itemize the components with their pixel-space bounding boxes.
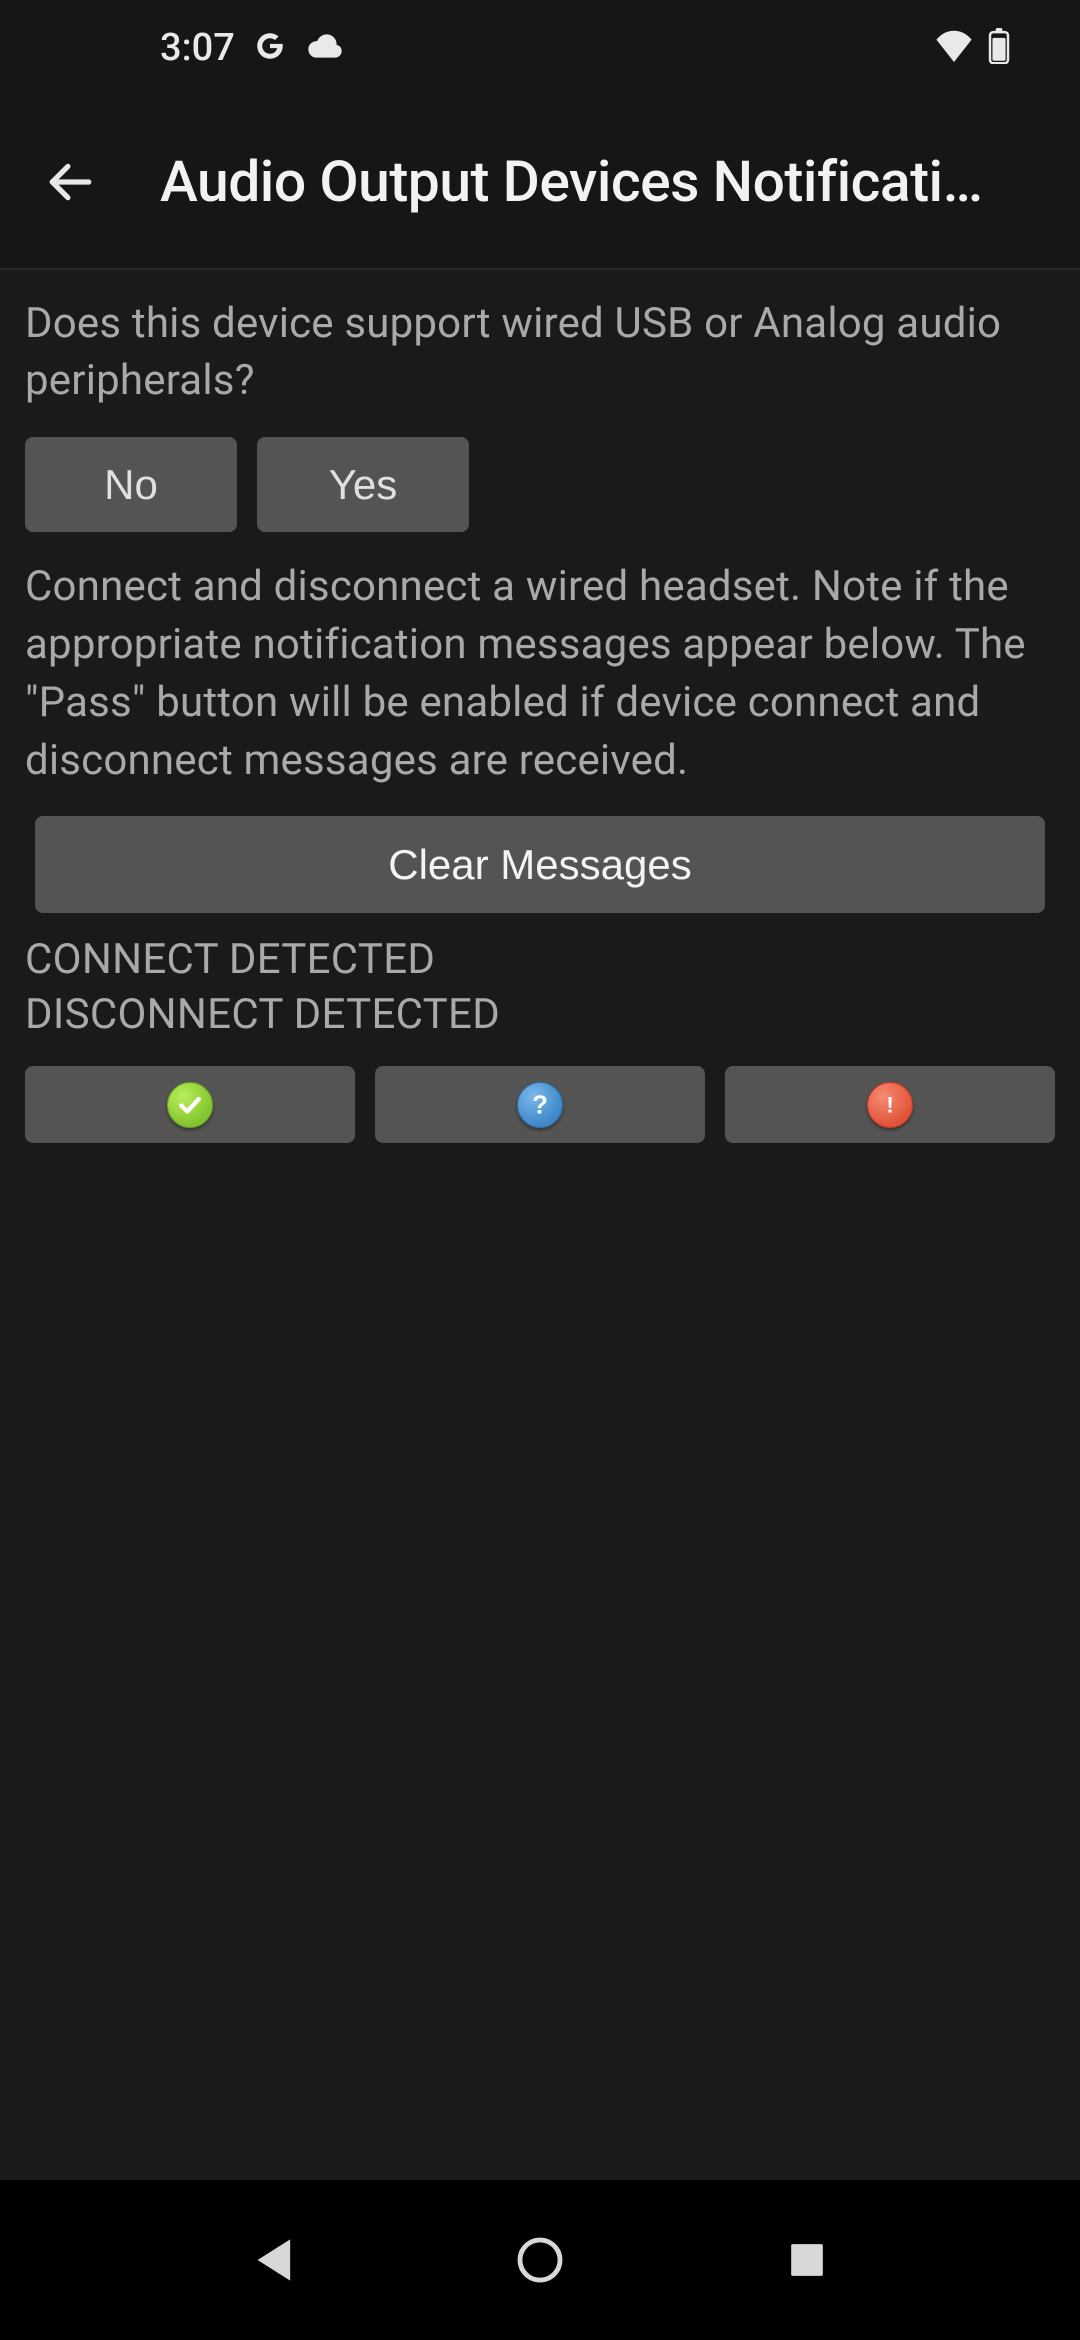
nav-recent-button[interactable] bbox=[777, 2230, 837, 2290]
square-recent-icon bbox=[788, 2241, 826, 2279]
log-area: CONNECT DETECTED DISCONNECT DETECTED bbox=[25, 933, 1055, 1042]
navigation-bar bbox=[0, 2180, 1080, 2340]
triangle-back-icon bbox=[252, 2236, 294, 2284]
status-left: 3:07 bbox=[160, 26, 345, 70]
back-button[interactable] bbox=[35, 147, 105, 217]
arrow-back-icon bbox=[45, 157, 95, 207]
google-g-icon bbox=[253, 29, 287, 67]
exclaim-circle-icon: ! bbox=[867, 1082, 913, 1128]
log-line: DISCONNECT DETECTED bbox=[25, 988, 1055, 1043]
fail-button[interactable]: ! bbox=[725, 1066, 1055, 1143]
svg-text:!: ! bbox=[886, 1092, 893, 1117]
question-circle-icon: ? bbox=[517, 1082, 563, 1128]
result-button-row: ? ! bbox=[25, 1066, 1055, 1143]
pass-button[interactable] bbox=[25, 1066, 355, 1143]
question-text: Does this device support wired USB or An… bbox=[25, 295, 1055, 409]
clear-messages-button[interactable]: Clear Messages bbox=[35, 816, 1045, 913]
page-title: Audio Output Devices Notificati… bbox=[160, 148, 1045, 215]
battery-icon bbox=[988, 28, 1010, 68]
wifi-icon bbox=[934, 30, 974, 66]
yes-button[interactable]: Yes bbox=[257, 437, 469, 532]
cloud-icon bbox=[305, 32, 345, 64]
app-bar: Audio Output Devices Notificati… bbox=[0, 95, 1080, 270]
nav-home-button[interactable] bbox=[510, 2230, 570, 2290]
log-line: CONNECT DETECTED bbox=[25, 933, 1055, 988]
status-time: 3:07 bbox=[160, 26, 235, 70]
nav-back-button[interactable] bbox=[243, 2230, 303, 2290]
yes-no-row: No Yes bbox=[25, 437, 1055, 532]
svg-text:?: ? bbox=[532, 1091, 548, 1119]
status-right bbox=[934, 28, 1010, 68]
check-circle-icon bbox=[167, 1082, 213, 1128]
info-button[interactable]: ? bbox=[375, 1066, 705, 1143]
circle-home-icon bbox=[516, 2236, 564, 2284]
status-bar: 3:07 bbox=[0, 0, 1080, 95]
no-button[interactable]: No bbox=[25, 437, 237, 532]
instructions-text: Connect and disconnect a wired headset. … bbox=[25, 558, 1055, 790]
content-area: Does this device support wired USB or An… bbox=[0, 270, 1080, 1143]
